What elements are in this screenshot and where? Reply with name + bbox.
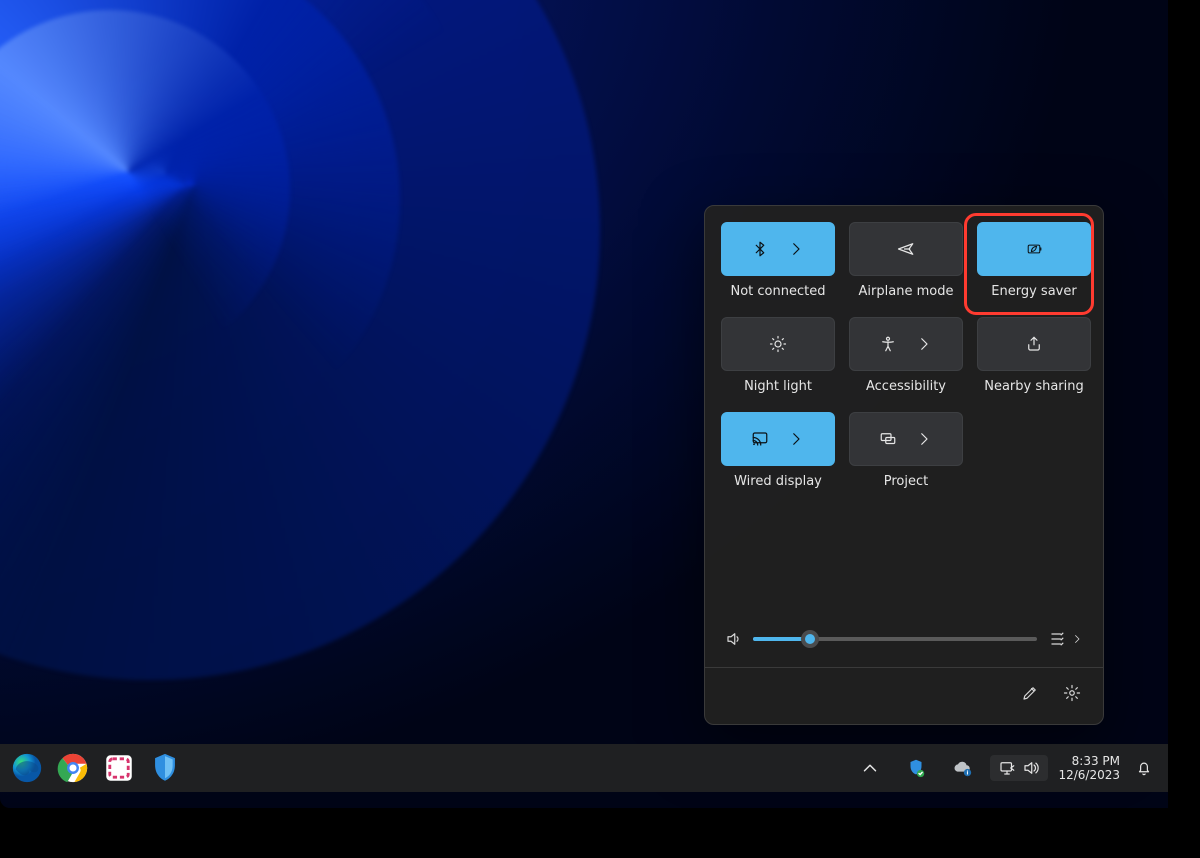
volume-slider[interactable] <box>753 637 1037 641</box>
quick-settings-panel: Not connected Airplane mode Energy <box>704 205 1104 725</box>
taskbar: i 8:33 PM 12/6/2023 <box>0 744 1168 792</box>
cast-icon <box>751 430 769 448</box>
open-settings-button[interactable] <box>1055 678 1089 708</box>
cast-label: Wired display <box>734 474 822 489</box>
onedrive-tray-icon[interactable]: i <box>944 750 980 786</box>
chevron-right-icon <box>787 430 805 448</box>
night-light-label: Night light <box>744 379 812 394</box>
pencil-icon <box>1021 684 1039 702</box>
accessibility-label: Accessibility <box>866 379 946 394</box>
tray-overflow-button[interactable] <box>852 750 888 786</box>
snipping-tool-app-icon[interactable] <box>102 751 136 785</box>
accessibility-icon <box>879 335 897 353</box>
clock-date: 12/6/2023 <box>1058 768 1120 782</box>
network-volume-battery-cluster[interactable] <box>990 755 1048 781</box>
airplane-mode-label: Airplane mode <box>859 284 954 299</box>
accessibility-toggle[interactable] <box>849 317 963 371</box>
edit-quick-settings-button[interactable] <box>1013 678 1047 708</box>
sound-output-selector[interactable] <box>1047 629 1083 649</box>
clock-time: 8:33 PM <box>1072 754 1120 768</box>
chevron-right-icon <box>915 430 933 448</box>
taskbar-clock[interactable]: 8:33 PM 12/6/2023 <box>1058 754 1120 782</box>
airplane-mode-toggle[interactable] <box>849 222 963 276</box>
cast-toggle[interactable] <box>721 412 835 466</box>
chevron-up-icon <box>859 757 881 779</box>
chevron-right-icon <box>915 335 933 353</box>
energy-saver-label: Energy saver <box>991 284 1076 299</box>
speaker-icon <box>725 630 743 648</box>
gear-icon <box>1063 684 1081 702</box>
chrome-app-icon[interactable] <box>56 751 90 785</box>
project-label: Project <box>884 474 928 489</box>
windows-security-app-icon[interactable] <box>148 751 182 785</box>
leaf-battery-icon <box>1025 240 1043 258</box>
edge-app-icon[interactable] <box>10 751 44 785</box>
airplane-icon <box>897 240 915 258</box>
night-light-toggle[interactable] <box>721 317 835 371</box>
volume-icon <box>1022 759 1040 777</box>
energy-saver-toggle[interactable] <box>977 222 1091 276</box>
svg-text:i: i <box>967 771 969 777</box>
network-icon <box>998 759 1016 777</box>
project-icon <box>879 430 897 448</box>
nearby-sharing-label: Nearby sharing <box>984 379 1084 394</box>
chevron-right-icon <box>787 240 805 258</box>
bluetooth-icon <box>751 240 769 258</box>
notifications-button[interactable] <box>1130 754 1158 782</box>
security-tray-icon[interactable] <box>898 750 934 786</box>
nearby-sharing-toggle[interactable] <box>977 317 1091 371</box>
bluetooth-label: Not connected <box>731 284 826 299</box>
share-icon <box>1025 335 1043 353</box>
bluetooth-toggle[interactable] <box>721 222 835 276</box>
project-toggle[interactable] <box>849 412 963 466</box>
bell-icon <box>1135 759 1153 777</box>
desktop-wallpaper[interactable]: Evaluation copy. Build 26002.rs_prerelea… <box>0 0 1168 808</box>
brightness-icon <box>769 335 787 353</box>
